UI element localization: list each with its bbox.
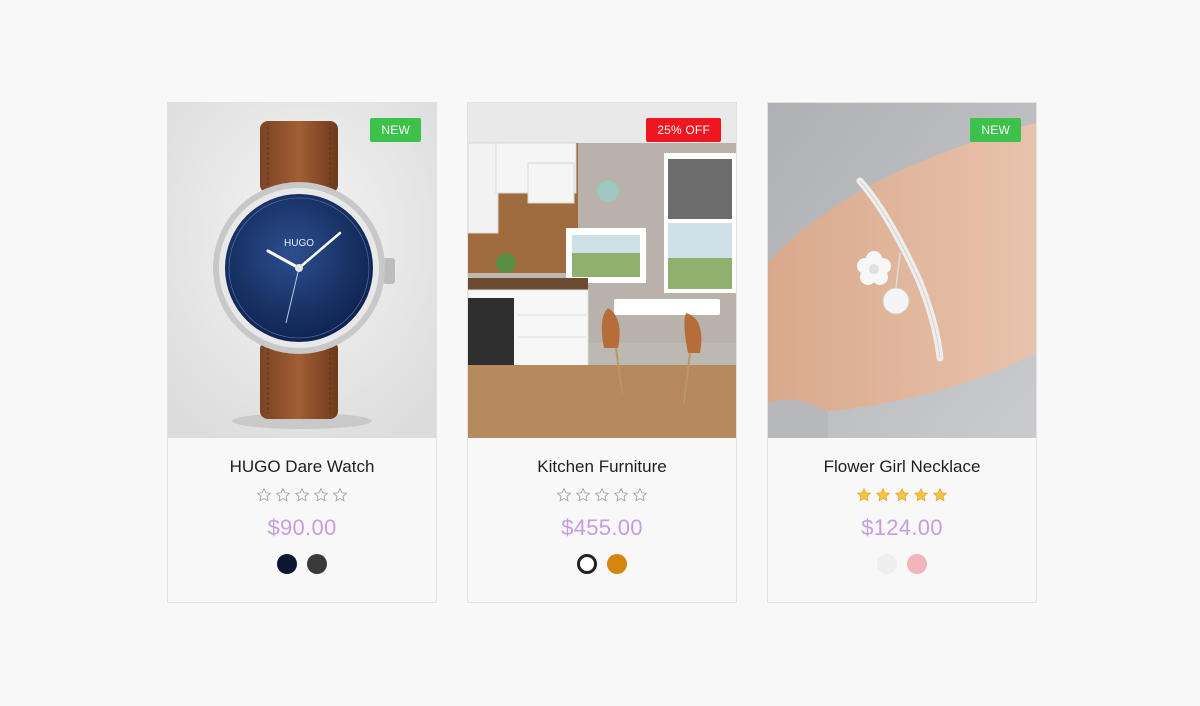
color-swatches xyxy=(168,554,436,574)
star-empty-icon xyxy=(294,487,310,502)
star-filled-icon xyxy=(856,487,872,502)
product-price: $124.00 xyxy=(861,515,943,540)
star-empty-icon xyxy=(256,487,272,502)
rating-stars xyxy=(468,487,736,503)
color-swatch-dark-gray[interactable] xyxy=(307,554,327,574)
color-swatch-black-selected[interactable] xyxy=(577,554,597,574)
color-swatches xyxy=(468,554,736,574)
star-empty-icon xyxy=(556,487,572,502)
watch-image: HUGO xyxy=(168,103,436,438)
product-price: $455.00 xyxy=(561,515,643,540)
watch-brand-text: HUGO xyxy=(284,238,314,249)
product-grid: HUGO NEW HUGO Dare Watch $90.00 25% OFF … xyxy=(167,102,1037,603)
rating-stars xyxy=(168,487,436,503)
star-empty-icon xyxy=(575,487,591,502)
star-filled-icon xyxy=(894,487,910,502)
star-empty-icon xyxy=(313,487,329,502)
star-filled-icon xyxy=(932,487,948,502)
product-image[interactable]: NEW xyxy=(768,103,1036,438)
star-empty-icon xyxy=(632,487,648,502)
product-image[interactable]: HUGO NEW xyxy=(168,103,436,438)
product-price: $90.00 xyxy=(267,515,337,540)
product-title[interactable]: Kitchen Furniture xyxy=(468,457,736,477)
product-title[interactable]: HUGO Dare Watch xyxy=(168,457,436,477)
product-title[interactable]: Flower Girl Necklace xyxy=(768,457,1036,477)
bracelet-image xyxy=(768,103,1036,438)
product-card[interactable]: 25% OFF Kitchen Furniture $455.00 xyxy=(467,102,737,603)
star-empty-icon xyxy=(275,487,291,502)
badge-new: NEW xyxy=(970,118,1021,142)
rating-stars xyxy=(768,487,1036,503)
star-empty-icon xyxy=(332,487,348,502)
color-swatch-pink[interactable] xyxy=(907,554,927,574)
product-card[interactable]: NEW Flower Girl Necklace $124.00 xyxy=(767,102,1037,603)
color-swatch-navy[interactable] xyxy=(277,554,297,574)
product-card[interactable]: HUGO NEW HUGO Dare Watch $90.00 xyxy=(167,102,437,603)
color-swatches xyxy=(768,554,1036,574)
star-empty-icon xyxy=(613,487,629,502)
star-filled-icon xyxy=(875,487,891,502)
star-filled-icon xyxy=(913,487,929,502)
product-image[interactable]: 25% OFF xyxy=(468,103,736,438)
color-swatch-light-gray[interactable] xyxy=(877,554,897,574)
color-swatch-mustard[interactable] xyxy=(607,554,627,574)
badge-new: NEW xyxy=(370,118,421,142)
star-empty-icon xyxy=(594,487,610,502)
badge-discount: 25% OFF xyxy=(646,118,721,142)
kitchen-image xyxy=(468,103,736,438)
